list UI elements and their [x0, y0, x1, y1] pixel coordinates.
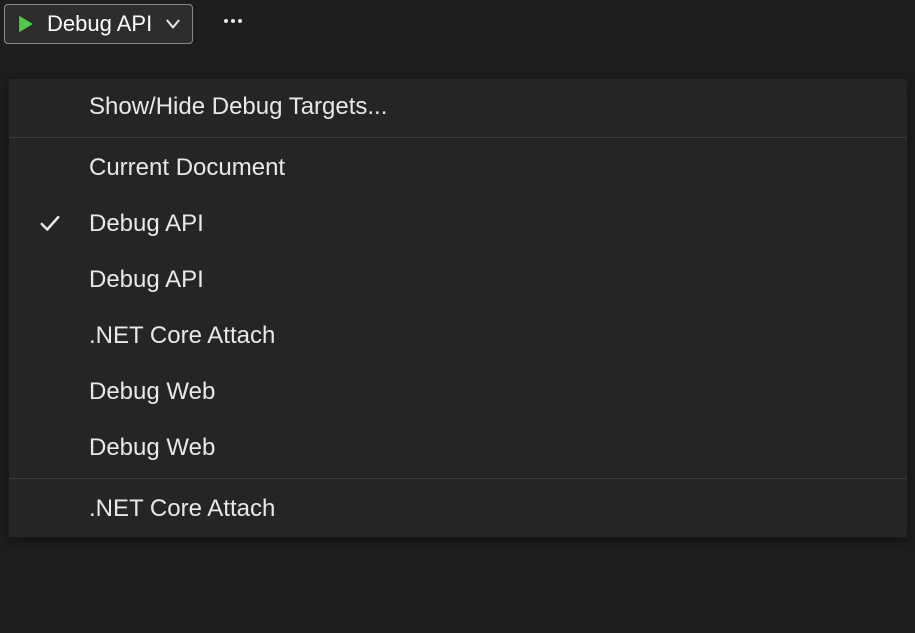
debug-target-label: Debug API	[47, 11, 152, 37]
menu-item-label: Show/Hide Debug Targets...	[89, 93, 907, 121]
chevron-down-icon	[164, 15, 182, 33]
menu-item-debug-api[interactable]: Debug API	[9, 196, 907, 252]
menu-separator	[9, 478, 907, 479]
more-options-button[interactable]	[211, 5, 255, 43]
menu-item-label: .NET Core Attach	[89, 495, 907, 523]
menu-item-current-document[interactable]: Current Document	[9, 140, 907, 196]
play-icon	[15, 13, 37, 35]
menu-item-label: Debug Web	[89, 434, 907, 462]
menu-separator	[9, 137, 907, 138]
menu-check-col	[39, 213, 89, 235]
menu-item-label: Debug API	[89, 210, 907, 238]
menu-item-net-core-attach-2[interactable]: .NET Core Attach	[9, 481, 907, 537]
menu-item-label: Debug API	[89, 266, 907, 294]
menu-item-label: Debug Web	[89, 378, 907, 406]
menu-item-label: .NET Core Attach	[89, 322, 907, 350]
debug-toolbar: Debug API	[0, 0, 915, 48]
menu-item-label: Current Document	[89, 154, 907, 182]
menu-item-debug-web-2[interactable]: Debug Web	[9, 420, 907, 476]
menu-item-show-hide[interactable]: Show/Hide Debug Targets...	[9, 79, 907, 135]
menu-item-debug-web[interactable]: Debug Web	[9, 364, 907, 420]
menu-item-net-core-attach[interactable]: .NET Core Attach	[9, 308, 907, 364]
ellipsis-icon	[221, 9, 245, 39]
check-icon	[39, 213, 61, 235]
debug-targets-menu: Show/Hide Debug Targets... Current Docum…	[8, 78, 908, 538]
menu-item-debug-api-2[interactable]: Debug API	[9, 252, 907, 308]
debug-launch-button[interactable]: Debug API	[4, 4, 193, 44]
